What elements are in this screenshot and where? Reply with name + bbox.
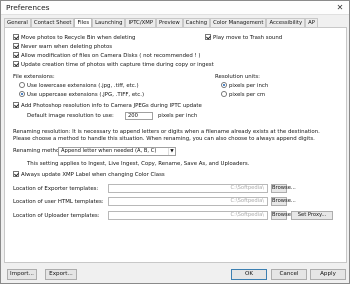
play-trash-sound-label: Play move to Trash sound <box>213 35 283 41</box>
ppi-radio[interactable] <box>221 82 227 88</box>
apply-button[interactable]: Apply <box>310 269 346 280</box>
play-trash-sound-option[interactable]: Play move to Trash sound <box>205 34 282 41</box>
update-creation-time-option[interactable]: Update creation time of photos with capt… <box>13 61 214 68</box>
update-creation-time-checkbox[interactable] <box>13 61 19 67</box>
tab-iptc-xmp[interactable]: IPTC/XMP <box>125 18 157 27</box>
resolution-units-heading: Resolution units: <box>215 74 260 80</box>
chevron-down-icon: ▼ <box>168 148 175 155</box>
allow-modification-label: Allow modification of files on Camera Di… <box>21 53 201 59</box>
tab-general[interactable]: General <box>4 18 31 27</box>
xmp-label-label: Always update XMP Label when changing Co… <box>21 172 165 178</box>
lowercase-extensions-radio[interactable] <box>19 82 25 88</box>
tab-ap[interactable]: AP <box>305 18 318 27</box>
tab-caching[interactable]: Caching <box>182 18 211 27</box>
xmp-label-option[interactable]: Always update XMP Label when changing Co… <box>13 171 165 178</box>
ppcm-radio[interactable] <box>221 91 227 97</box>
html-templates-label: Location of user HTML templates: <box>13 199 104 205</box>
files-panel: Move photos to Recycle Bin when deleting… <box>4 27 347 263</box>
ok-button[interactable]: OK <box>231 269 267 280</box>
uploader-templates-path[interactable]: C:\Softpedia\ <box>108 211 268 220</box>
never-warn-option[interactable]: Never warn when deleting photos <box>13 43 112 50</box>
uploader-templates-label: Location of Uploader templates: <box>13 213 100 219</box>
move-to-recycle-option[interactable]: Move photos to Recycle Bin when deleting <box>13 34 135 41</box>
uppercase-extensions-radio[interactable] <box>19 91 25 97</box>
preferences-window: Preferences ✕ General Contact Sheet Files L… <box>0 0 350 284</box>
ppi-label: pixels per inch <box>229 83 269 89</box>
never-warn-checkbox[interactable] <box>13 43 19 49</box>
allow-modification-option[interactable]: Allow modification of files on Camera Di… <box>13 52 200 59</box>
file-extensions-heading: File extensions: <box>13 74 55 80</box>
renaming-description: Renaming resolution: It is necessary to … <box>13 129 320 142</box>
renaming-method-select[interactable]: Append letter when needed (A, B, C) ▼ <box>58 147 176 156</box>
default-resolution-input[interactable]: 200 <box>125 112 153 120</box>
default-resolution-unit: pixels per inch <box>158 113 198 119</box>
uppercase-extensions-label: Use uppercase extensions (.JPG, .TIFF, e… <box>27 92 145 98</box>
import-button[interactable]: Import... <box>7 269 37 280</box>
set-proxy-button[interactable]: Set Proxy... <box>291 211 333 220</box>
play-trash-sound-checkbox[interactable] <box>205 34 211 40</box>
tab-launching[interactable]: Launching <box>92 18 126 27</box>
title-bar: Preferences ✕ <box>1 1 349 15</box>
renaming-method-label: Renaming method: <box>13 148 65 154</box>
ppcm-option[interactable]: pixels per cm <box>221 91 265 98</box>
exporter-templates-path[interactable]: C:\Softpedia\ <box>108 184 268 193</box>
move-to-recycle-checkbox[interactable] <box>13 34 19 40</box>
html-browse-button[interactable]: Browse... <box>271 197 296 206</box>
ppi-option[interactable]: pixels per inch <box>221 82 268 89</box>
default-resolution-label: Default image resolution to use: <box>27 113 114 119</box>
window-title: Preferences <box>6 3 50 12</box>
photoshop-resolution-label: Add Photoshop resolution info to Camera … <box>21 103 202 109</box>
exporter-templates-label: Location of Exporter templates: <box>13 186 99 192</box>
lowercase-extensions-option[interactable]: Use lowercase extensions (.jpg, .tiff, e… <box>19 82 139 89</box>
cancel-button[interactable]: Cancel <box>271 269 307 280</box>
tab-accessibility[interactable]: Accessibility <box>266 18 306 27</box>
tab-contact-sheet[interactable]: Contact Sheet <box>30 18 75 27</box>
html-templates-path[interactable]: C:\Softpedia\ <box>108 197 268 206</box>
renaming-method-value: Append letter when needed (A, B, C) <box>61 148 157 154</box>
photoshop-resolution-option[interactable]: Add Photoshop resolution info to Camera … <box>13 102 202 109</box>
lowercase-extensions-label: Use lowercase extensions (.jpg, .tiff, e… <box>27 83 139 89</box>
ppcm-label: pixels per cm <box>229 92 266 98</box>
exporter-browse-button[interactable]: Browse... <box>271 184 296 193</box>
export-button[interactable]: Export... <box>45 269 77 280</box>
close-icon[interactable]: ✕ <box>334 3 346 13</box>
tab-color-management[interactable]: Color Management <box>210 18 267 27</box>
update-creation-time-label: Update creation time of photos with capt… <box>21 62 214 68</box>
move-to-recycle-label: Move photos to Recycle Bin when deleting <box>21 35 136 41</box>
renaming-applies-note: This setting applies to Ingest, Live Ing… <box>27 161 250 167</box>
uploader-browse-button[interactable]: Browse... <box>271 211 296 220</box>
xmp-label-checkbox[interactable] <box>13 171 19 177</box>
tab-preview[interactable]: Preview <box>156 18 183 27</box>
never-warn-label: Never warn when deleting photos <box>21 44 113 50</box>
tab-bar: General Contact Sheet Files Launching IPTC/X… <box>4 17 318 28</box>
allow-modification-checkbox[interactable] <box>13 52 19 58</box>
photoshop-resolution-checkbox[interactable] <box>13 102 19 108</box>
uppercase-extensions-option[interactable]: Use uppercase extensions (.JPG, .TIFF, e… <box>19 91 144 98</box>
